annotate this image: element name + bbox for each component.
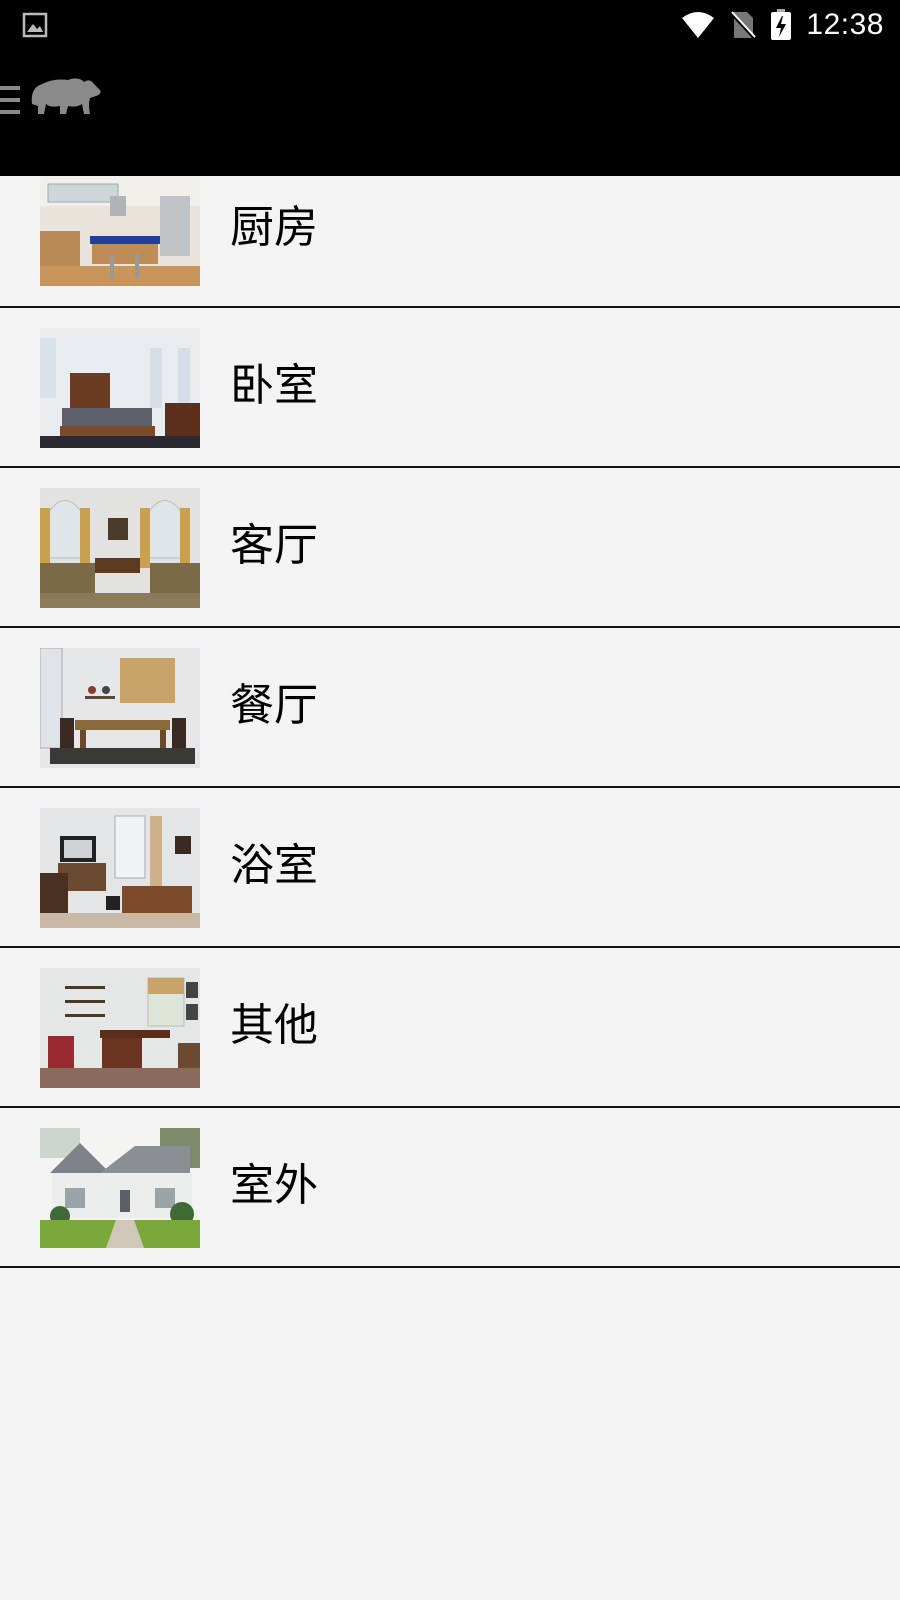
list-item-exterior[interactable]: 室外	[0, 1108, 900, 1268]
battery-charging-icon	[771, 9, 792, 40]
item-label: 客厅	[230, 520, 318, 571]
list-item-other[interactable]: 其他	[0, 948, 900, 1108]
item-label: 室外	[230, 1160, 318, 1211]
wifi-icon	[682, 12, 715, 38]
item-label: 浴室	[230, 840, 318, 891]
app-bar	[0, 50, 900, 176]
room-list: 厨房 卧室 客厅 餐厅 浴室 其他 室外	[0, 176, 900, 1268]
status-icons: 12:38	[680, 8, 884, 42]
item-label: 餐厅	[230, 680, 318, 731]
screen: 12:38 厨房 卧室 客厅 餐厅 浴室 其他 室外	[0, 0, 900, 1600]
item-label: 卧室	[230, 360, 318, 411]
status-time: 12:38	[806, 8, 884, 41]
list-item-dining-room[interactable]: 餐厅	[0, 628, 900, 788]
list-item-bathroom[interactable]: 浴室	[0, 788, 900, 948]
study-thumbnail	[40, 968, 200, 1088]
living-room-thumbnail	[40, 488, 200, 608]
list-item-living-room[interactable]: 客厅	[0, 468, 900, 628]
no-sim-icon	[730, 11, 757, 40]
house-exterior-thumbnail	[40, 1128, 200, 1248]
dining-room-thumbnail	[40, 648, 200, 768]
image-notification-icon	[22, 12, 48, 38]
status-bar: 12:38	[0, 0, 900, 50]
kitchen-thumbnail	[40, 176, 200, 286]
bear-logo-icon[interactable]	[28, 74, 102, 120]
list-item-kitchen[interactable]: 厨房	[0, 176, 900, 308]
list-item-bedroom[interactable]: 卧室	[0, 308, 900, 468]
hamburger-menu-icon[interactable]	[0, 84, 22, 116]
bathroom-thumbnail	[40, 808, 200, 928]
item-label: 其他	[230, 1000, 318, 1051]
bedroom-thumbnail	[40, 328, 200, 448]
item-label: 厨房	[230, 202, 318, 253]
